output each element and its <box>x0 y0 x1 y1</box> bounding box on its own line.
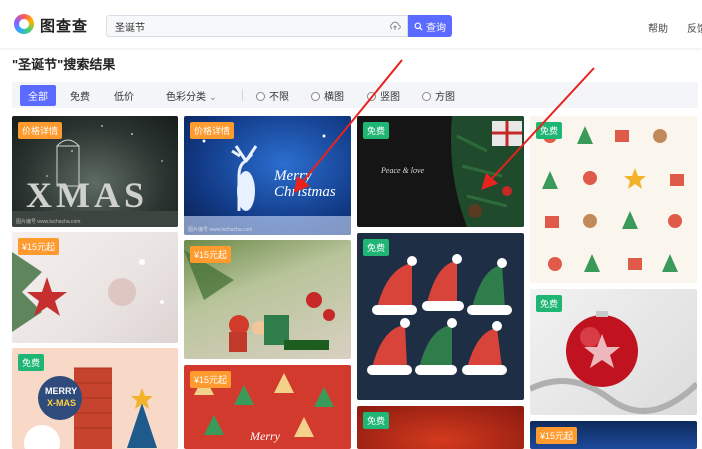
radio-label: 竖图 <box>380 92 400 103</box>
image-text-xmas: X-MAS <box>47 398 76 408</box>
color-category-label: 色彩分类 <box>166 92 206 103</box>
brand-name[interactable]: 图查查 <box>40 15 88 36</box>
free-badge: 免费 <box>536 295 563 312</box>
price-badge: ¥15元起 <box>536 427 578 444</box>
free-badge: 免费 <box>363 412 390 429</box>
search-button-label: 查询 <box>426 22 446 34</box>
filter-tab-free[interactable]: 免费 <box>70 88 90 103</box>
result-card[interactable]: ¥15元起 <box>184 240 351 359</box>
upload-image-icon[interactable] <box>389 20 401 32</box>
radio-portrait[interactable]: 竖图 <box>367 88 400 103</box>
radio-label: 横图 <box>324 92 344 103</box>
result-card[interactable]: XMAS 价格详情 图片编号 www.tuchacha.com <box>12 116 178 227</box>
image-text-peace-love: Peace & love <box>381 166 425 175</box>
watermark-text: 图片编号 www.tuchacha.com <box>16 219 81 225</box>
image-text-merry: MERRY <box>45 386 78 396</box>
radio-label: 不限 <box>269 92 289 103</box>
radio-circle-icon <box>422 92 431 101</box>
santa-hats-illustration <box>367 254 512 375</box>
image-text-xmas: XMAS <box>26 175 148 215</box>
result-card[interactable]: ¥15元起 <box>12 232 178 343</box>
price-badge: ¥15元起 <box>190 371 232 388</box>
result-card[interactable]: 免费 <box>530 289 697 415</box>
result-card[interactable]: Merry Christmas 价格详情 图片编号 www.tuchacha.c… <box>184 116 351 235</box>
price-badge: ¥15元起 <box>18 238 60 255</box>
image-text-merry: Merry <box>250 429 280 443</box>
price-badge: ¥15元起 <box>190 246 232 263</box>
filter-divider <box>242 89 243 101</box>
free-badge: 免费 <box>363 122 390 139</box>
image-text-merry-christmas: Merry Christmas <box>274 168 336 200</box>
radio-unlimited[interactable]: 不限 <box>256 88 289 103</box>
price-badge: 价格详情 <box>18 122 63 139</box>
radio-square[interactable]: 方图 <box>422 88 455 103</box>
free-badge: 免费 <box>363 239 390 256</box>
chevron-down-icon: ⌄ <box>208 92 218 103</box>
radio-circle-icon <box>311 92 320 101</box>
nav-feedback-link[interactable]: 反馈 <box>687 20 702 35</box>
result-card[interactable]: ¥15元起 <box>530 421 697 449</box>
search-button[interactable]: 查询 <box>408 15 452 37</box>
watermark-text: 图片编号 www.tuchacha.com <box>188 227 253 233</box>
radio-circle-icon <box>367 92 376 101</box>
result-card[interactable]: Peace & love 免费 <box>357 116 524 227</box>
search-box <box>106 15 408 37</box>
result-card[interactable]: Merry ¥15元起 <box>184 365 351 449</box>
logo-icon[interactable] <box>14 14 34 34</box>
filter-tab-all[interactable]: 全部 <box>20 85 56 106</box>
color-category-dropdown[interactable]: 色彩分类 ⌄ <box>166 88 217 103</box>
price-badge: 价格详情 <box>190 122 235 139</box>
nav-help-link[interactable]: 帮助 <box>648 20 668 35</box>
result-card[interactable]: 免费 <box>357 406 524 449</box>
result-card[interactable]: MERRY X-MAS 免费 <box>12 348 178 449</box>
radio-landscape[interactable]: 横图 <box>311 88 344 103</box>
top-header: 图查查 查询 帮助 反馈 <box>0 0 702 48</box>
radio-circle-icon <box>256 92 265 101</box>
filter-tab-lowprice[interactable]: 低价 <box>114 88 134 103</box>
search-input[interactable] <box>115 16 375 36</box>
result-card[interactable]: 免费 <box>530 116 697 283</box>
search-icon <box>414 21 423 31</box>
free-badge: 免费 <box>18 354 45 371</box>
filter-bar: 全部 免费 低价 色彩分类 ⌄ 不限 横图 竖图 方图 <box>12 82 698 108</box>
radio-label: 方图 <box>435 92 455 103</box>
free-badge: 免费 <box>536 122 563 139</box>
result-card[interactable]: 免费 <box>357 233 524 400</box>
page-title: "圣诞节"搜索结果 <box>12 57 116 72</box>
pattern-illustration <box>542 126 684 272</box>
